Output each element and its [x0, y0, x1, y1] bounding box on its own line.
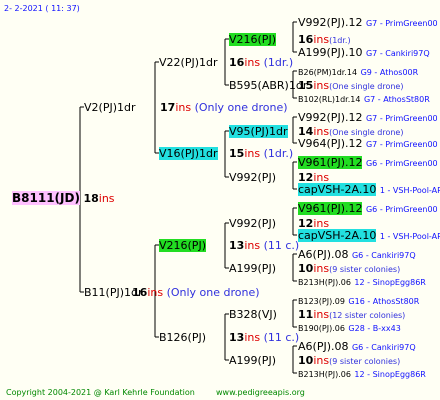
print-date: 2- 2-2021 ( 11: 37): [4, 4, 80, 13]
node-g1-0: V2(PJ)1dr: [84, 101, 136, 114]
node-g3-7: A199(PJ): [229, 354, 276, 367]
leaf-8: V961(PJ).12 G6 - PrimGreen00: [298, 202, 438, 215]
node-g3-6-ins: 11ins(12 sister colonies): [298, 308, 406, 321]
node-g2-0-ins: 16ins (1dr.): [229, 56, 294, 69]
node-g3-1: B595(ABR)1dr: [229, 79, 308, 92]
node-g3-6: B328(VJ): [229, 308, 277, 321]
leaf-15: B213H(PJ).06 12 - SinopEgg86R: [298, 370, 426, 379]
leaf-14: A6(PJ).08 G6 - Cankiri97Q: [298, 340, 416, 353]
leaf-5: V964(PJ).12 G7 - PrimGreen00: [298, 137, 438, 150]
node-g2-2-ins: 13ins (11 c.): [229, 239, 300, 252]
node-g2-1-ins: 15ins (1dr.): [229, 147, 294, 160]
node-g3-5: A199(PJ): [229, 262, 276, 275]
node-name: V2(PJ)1dr: [84, 101, 136, 114]
node-g3-7-ins: 10ins(9 sister colonies): [298, 354, 401, 367]
leaf-13: B190(PJ).06 G28 - B-xx43: [298, 324, 401, 333]
root-ins: 18ins: [83, 192, 115, 205]
leaf-3: B102(RL)1dr.14 G7 - AthosSt80R: [298, 95, 430, 104]
node-g3-0-ins: 16ins(1dr.): [298, 33, 351, 46]
node-g2-0: V22(PJ)1dr: [159, 56, 218, 69]
node-g3-0: V216(PJ): [229, 33, 276, 46]
node-g3-3: V992(PJ): [229, 171, 276, 184]
leaf-9: capVSH-2A.10 1 - VSH-Pool-AR: [298, 229, 440, 242]
node-g3-2: V95(PJ)1dr: [229, 125, 288, 138]
site-link[interactable]: www.pedigreeapis.org: [216, 386, 305, 399]
leaf-0: V992(PJ).12 G7 - PrimGreen00: [298, 16, 438, 29]
node-g3-5-ins: 10ins(9 sister colonies): [298, 262, 401, 275]
leaf-6: V961(PJ).12 G6 - PrimGreen00: [298, 156, 438, 169]
node-g2-3: B126(PJ): [159, 331, 207, 344]
pedigree-chart: 2- 2-2021 ( 11: 37) B8111(JD) 18ins V2(P…: [0, 0, 440, 400]
leaf-2: B26(PM)1dr.14 G9 - Athos00R: [298, 68, 419, 77]
leaf-12: B123(PJ).09 G16 - AthosSt80R: [298, 297, 420, 306]
leaf-7: capVSH-2A.10 1 - VSH-Pool-AR: [298, 183, 440, 196]
copyright: Copyright 2004-2021 @ Karl Kehrle Founda…: [6, 388, 195, 397]
node-g3-1-ins: 15ins(One single drone): [298, 79, 404, 92]
root-node: B8111(JD) 18ins: [12, 191, 115, 205]
leaf-4: V992(PJ).12 G7 - PrimGreen00: [298, 111, 438, 124]
leaf-11: B213H(PJ).06 12 - SinopEgg86R: [298, 278, 426, 287]
node-g1-0-ins: 17ins (Only one drone): [160, 101, 288, 114]
root-name: B8111(JD): [12, 191, 80, 205]
node-g3-4: V992(PJ): [229, 217, 276, 230]
node-g2-1: V16(PJ)1dr: [159, 147, 218, 160]
leaf-10: A6(PJ).08 G6 - Cankiri97Q: [298, 248, 416, 261]
node-g1-1-ins: 16ins (Only one drone): [132, 286, 260, 299]
node-g2-2: V216(PJ): [159, 239, 206, 252]
leaf-1: A199(PJ).10 G7 - Cankiri97Q: [298, 46, 430, 59]
node-g2-3-ins: 13ins (11 c.): [229, 331, 300, 344]
